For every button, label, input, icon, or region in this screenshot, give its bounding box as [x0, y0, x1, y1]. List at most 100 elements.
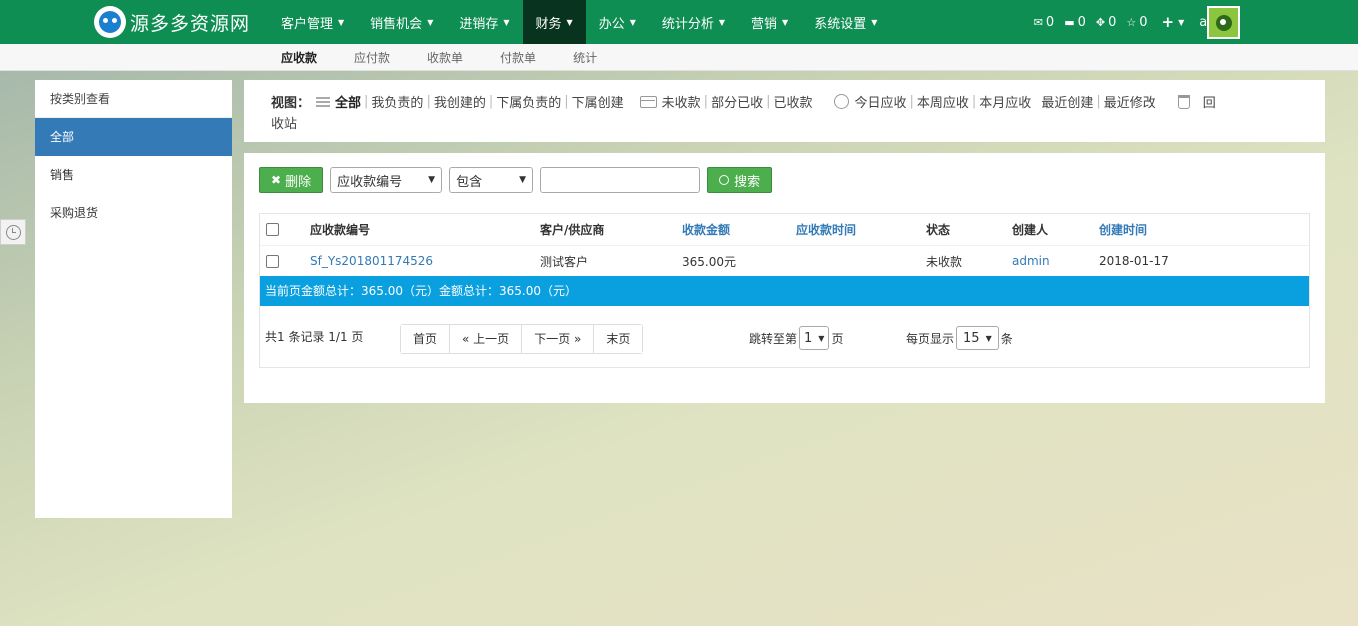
nav-statistics[interactable]: 统计分析 ▼	[649, 0, 738, 44]
tab-statistics[interactable]: 统计	[573, 49, 597, 66]
view-subordinate-owned[interactable]: 下属负责的	[496, 92, 561, 111]
search-button[interactable]: 搜索	[707, 167, 773, 193]
tab-payables[interactable]: 应付款	[354, 49, 390, 66]
nav-inventory[interactable]: 进销存 ▼	[446, 0, 522, 44]
divider: |	[971, 94, 977, 109]
event-count: 0	[1108, 14, 1117, 30]
col-creator: 创建人	[1012, 223, 1049, 237]
view-mine[interactable]: 我负责的	[371, 92, 423, 111]
divider: |	[488, 94, 494, 109]
delete-label: 删除	[285, 174, 312, 190]
sub-navbar: 应收款 应付款 收款单 付款单 统计	[0, 44, 1358, 71]
nav-office[interactable]: 办公 ▼	[586, 0, 649, 44]
caret-down-icon: ▼	[782, 17, 789, 27]
page-buttons: 首页 « 上一页 下一页 » 末页	[400, 324, 644, 354]
page-size-select[interactable]: 15 ▼	[956, 326, 999, 350]
view-created-by-me[interactable]: 我创建的	[434, 92, 486, 111]
view-month-due[interactable]: 本月应收	[979, 92, 1031, 111]
condition-select-value: 包含	[456, 174, 483, 190]
category-all[interactable]: 全部	[35, 118, 232, 156]
prev-page-button[interactable]: « 上一页	[449, 325, 522, 353]
view-today-due[interactable]: 今日应收	[854, 92, 906, 111]
caret-down-icon: ▼	[871, 17, 878, 27]
chevron-down-icon: ▼	[818, 333, 825, 343]
tab-receipts[interactable]: 收款单	[427, 49, 463, 66]
view-partial-paid[interactable]: 部分已收	[711, 92, 763, 111]
row-code-link[interactable]: Sf_Ys201801174526	[310, 254, 540, 268]
col-code: 应收款编号	[310, 223, 371, 237]
trash-icon	[1177, 94, 1190, 109]
top-navbar: 源多多资源网 客户管理 ▼ 销售机会 ▼ 进销存 ▼ 财务 ▼ 办公 ▼ 统计分析 ▼ 营销…	[0, 0, 1358, 44]
col-amount[interactable]: 收款金额	[682, 221, 796, 238]
row-checkbox[interactable]	[266, 254, 279, 268]
first-page-button[interactable]: 首页	[401, 325, 450, 353]
star-counter[interactable]: ☆ 0	[1126, 15, 1147, 30]
last-page-button[interactable]: 末页	[593, 325, 643, 353]
view-recent-modified[interactable]: 最近修改	[1104, 92, 1156, 111]
col-customer: 客户/供应商	[540, 223, 605, 237]
search-icon	[719, 175, 730, 185]
top-right-tools: ✉0 ▬0 ✥0 ☆0 +▼ admin	[1024, 13, 1358, 31]
add-menu[interactable]: + ▼	[1162, 13, 1188, 31]
nav-label: 统计分析	[661, 16, 714, 32]
field-select[interactable]: 应收款编号 ▼	[330, 167, 443, 193]
event-counter[interactable]: ✥ 0	[1096, 15, 1117, 30]
page-jump-select[interactable]: 1 ▼	[799, 326, 830, 350]
field-select-value: 应收款编号	[337, 174, 403, 190]
row-amount: 365.00元	[682, 254, 736, 269]
view-label: 视图：	[271, 96, 311, 111]
row-status: 未收款	[926, 254, 963, 269]
divider: |	[909, 94, 914, 109]
nav-finance[interactable]: 财务 ▼	[522, 0, 586, 44]
per-page-label: 每页显示	[906, 331, 955, 346]
card-icon	[639, 95, 657, 108]
avatar[interactable]	[1207, 6, 1240, 39]
view-unpaid[interactable]: 未收款	[662, 92, 701, 111]
view-recent-created[interactable]: 最近创建	[1041, 92, 1093, 111]
page-info: 共1 条记录 1/1 页	[265, 330, 364, 344]
caret-down-icon: ▼	[566, 17, 573, 27]
view-paid[interactable]: 已收款	[773, 92, 812, 111]
nav-label: 客户管理	[281, 16, 334, 32]
caret-down-icon: ▼	[1178, 17, 1185, 27]
plus-icon: +	[1161, 13, 1175, 31]
pagination: 共1 条记录 1/1 页 首页 « 上一页 下一页 » 末页 跳转至第 1 ▼ 页…	[260, 306, 1309, 368]
view-recycle-bin[interactable]: 回	[1203, 92, 1216, 111]
jump-unit: 页	[831, 331, 844, 346]
row-creator[interactable]: admin	[1012, 254, 1099, 268]
category-sales[interactable]: 销售	[35, 156, 232, 194]
col-due-time[interactable]: 应收款时间	[796, 221, 926, 238]
select-all-checkbox[interactable]	[266, 223, 279, 236]
logo-icon	[94, 6, 126, 38]
search-input[interactable]	[540, 167, 701, 193]
view-recycle-bin-wrap[interactable]: 收站	[271, 113, 297, 132]
task-counter[interactable]: ▬ 0	[1064, 15, 1086, 30]
condition-select[interactable]: 包含 ▼	[449, 167, 534, 193]
mail-counter[interactable]: ✉ 0	[1034, 15, 1055, 30]
tab-receivables[interactable]: 应收款	[281, 49, 317, 66]
view-subordinate-created[interactable]: 下属创建	[572, 92, 624, 111]
per-page-value: 15	[963, 330, 980, 346]
tasks-icon: ▬	[1064, 15, 1075, 29]
jump-value: 1	[804, 330, 813, 346]
category-purchase-return[interactable]: 采购退货	[35, 194, 232, 232]
brand[interactable]: 源多多资源网	[0, 6, 268, 38]
receivables-panel: ✖ 删除 应收款编号 ▼ 包含 ▼ 搜索 应收款编号 客户/供应商 收款金额 应收款时…	[244, 153, 1325, 403]
history-button[interactable]	[0, 219, 26, 245]
page-jump: 跳转至第 1 ▼ 页	[749, 326, 843, 350]
nav-sales-opportunity[interactable]: 销售机会 ▼	[357, 0, 446, 44]
nav-customer[interactable]: 客户管理 ▼	[268, 0, 357, 44]
next-page-button[interactable]: 下一页 »	[521, 325, 594, 353]
nav-settings[interactable]: 系统设置 ▼	[801, 0, 890, 44]
task-count: 0	[1077, 14, 1086, 30]
mail-count: 0	[1045, 14, 1055, 30]
list-icon	[316, 96, 331, 107]
view-week-due[interactable]: 本周应收	[917, 92, 969, 111]
nav-marketing[interactable]: 营销 ▼	[738, 0, 801, 44]
view-all[interactable]: 全部	[335, 92, 361, 111]
delete-button[interactable]: ✖ 删除	[259, 167, 324, 193]
brand-title: 源多多资源网	[130, 12, 251, 35]
col-created[interactable]: 创建时间	[1099, 221, 1199, 238]
toolbar: ✖ 删除 应收款编号 ▼ 包含 ▼ 搜索	[259, 167, 773, 193]
tab-payments[interactable]: 付款单	[500, 49, 536, 66]
